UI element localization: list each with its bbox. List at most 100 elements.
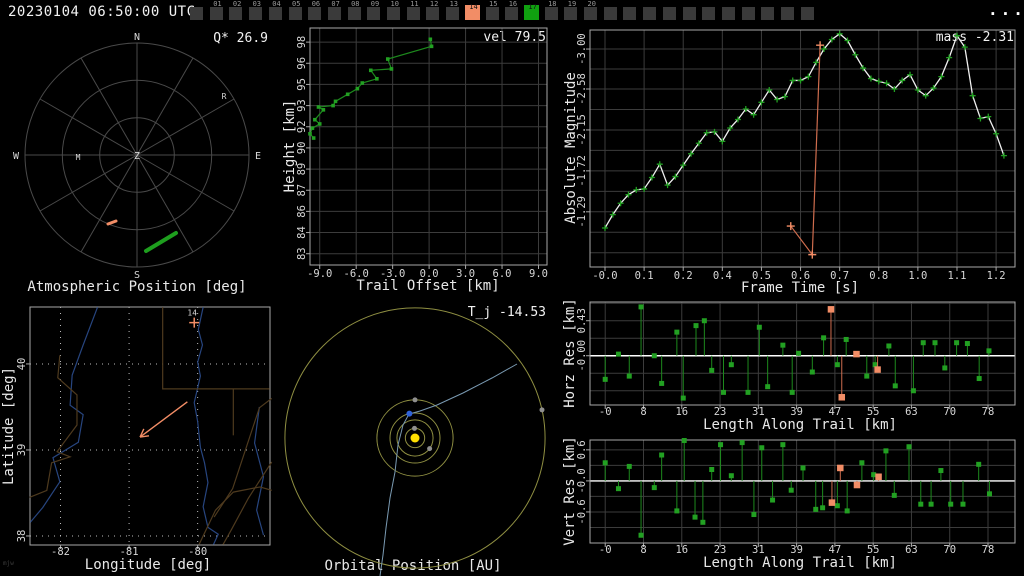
mercury-dot bbox=[411, 425, 417, 431]
frame-number: 05 bbox=[292, 0, 301, 8]
atmospheric-position-plot: N E S W Z R M bbox=[13, 32, 261, 281]
frame-thumbnail-02[interactable] bbox=[229, 7, 243, 20]
frame-thumbnail[interactable] bbox=[662, 7, 676, 20]
frame-thumbnail-11[interactable] bbox=[406, 7, 420, 20]
svg-text:-0.0: -0.0 bbox=[576, 468, 588, 493]
overflow-menu-button[interactable]: ... bbox=[988, 0, 1024, 19]
tick-labels: -0.0 0.1 0.2 0.4 0.5 0.6 0.7 0.8 1.0 1.1 1.2 -3.00 -… bbox=[576, 33, 1006, 282]
svg-text:-80: -80 bbox=[188, 546, 207, 558]
compass-S: S bbox=[134, 270, 140, 281]
svg-text:0.8: 0.8 bbox=[869, 270, 888, 282]
frame-thumbnail-16[interactable] bbox=[505, 7, 519, 20]
height-profile-plot: -9.0 -6.0 -3.0 0.0 3.0 6.0 9.0 83 84 86 87 89 90 92 93… bbox=[296, 27, 548, 280]
frame-thumbnail[interactable] bbox=[623, 7, 637, 20]
border-line bbox=[162, 307, 270, 390]
frame-thumbnail-03[interactable] bbox=[249, 7, 263, 20]
frame-thumbnail-10[interactable] bbox=[387, 7, 400, 20]
svg-text:0.4: 0.4 bbox=[713, 270, 732, 282]
frame-strip: 01 02 03 04 05 06 07 08 09 10 11 12 13 14 15 16 17 18 19 20 bbox=[0, 0, 1024, 25]
svg-text:9.0: 9.0 bbox=[529, 268, 548, 280]
tick-marks bbox=[306, 41, 539, 269]
frame-thumbnail-13[interactable] bbox=[446, 7, 460, 20]
direction-arrow bbox=[139, 401, 188, 438]
frame-thumbnail[interactable] bbox=[682, 7, 696, 20]
tick-labels: -0 8 16 23 31 39 47 55 63 70 78 0.43 -0.00 bbox=[576, 308, 994, 418]
frame-thumbnail-20[interactable] bbox=[584, 7, 597, 20]
svg-text:39: 39 bbox=[790, 544, 803, 556]
grid bbox=[590, 440, 1015, 543]
map-frame-marker-label: 14 bbox=[187, 309, 197, 318]
frame-thumbnail-06[interactable] bbox=[308, 7, 322, 20]
svg-text:1.1: 1.1 bbox=[948, 270, 967, 282]
svg-text:16: 16 bbox=[675, 544, 688, 556]
frame-thumbnail[interactable] bbox=[781, 7, 794, 20]
frame-thumbnail-19[interactable] bbox=[564, 7, 578, 20]
frame-number: 01 bbox=[213, 0, 222, 8]
svg-text:38: 38 bbox=[16, 530, 28, 543]
svg-text:0.6: 0.6 bbox=[576, 440, 588, 459]
vert-residuals-orange-stems bbox=[828, 464, 882, 506]
svg-text:0.0: 0.0 bbox=[420, 268, 439, 280]
svg-text:-3.0: -3.0 bbox=[380, 268, 405, 280]
frame-number: 18 bbox=[548, 0, 557, 8]
frame-thumbnail-04[interactable] bbox=[268, 7, 282, 20]
frame-thumbnail[interactable] bbox=[643, 7, 657, 20]
frame-thumbnail[interactable] bbox=[702, 7, 716, 20]
frame-thumbnail-05[interactable] bbox=[288, 7, 302, 20]
frame-thumbnail[interactable] bbox=[721, 7, 735, 20]
svg-text:78: 78 bbox=[982, 406, 995, 418]
frame-thumbnail-15[interactable] bbox=[485, 7, 499, 20]
frame-thumbnail-08[interactable] bbox=[347, 7, 361, 20]
frame-thumbnail[interactable] bbox=[761, 7, 775, 20]
frame-number: 14 bbox=[469, 3, 478, 11]
frame-thumbnail-12[interactable] bbox=[426, 7, 440, 20]
frame-number: 13 bbox=[449, 0, 459, 8]
compass-W: W bbox=[13, 151, 20, 162]
plot-frame bbox=[589, 29, 1016, 268]
frame-number: 17 bbox=[528, 3, 537, 11]
svg-text:1.2: 1.2 bbox=[987, 270, 1006, 282]
frame-thumbnail[interactable] bbox=[190, 7, 203, 20]
frame-number: 06 bbox=[311, 0, 321, 8]
tick-marks bbox=[586, 449, 989, 547]
tick-labels: -0 8 16 23 31 39 47 55 63 70 78 0.6 -0.0 -0.6 bbox=[576, 440, 994, 556]
sky-label-M: M bbox=[76, 153, 81, 162]
border-line bbox=[213, 397, 273, 518]
meteor-trail-green bbox=[144, 231, 178, 253]
svg-text:-2.15: -2.15 bbox=[576, 114, 588, 146]
frame-thumbnail[interactable] bbox=[741, 7, 755, 20]
frame-number: 02 bbox=[232, 0, 242, 8]
svg-text:47: 47 bbox=[829, 544, 842, 556]
map-features bbox=[29, 306, 273, 545]
frame-thumbnail-18[interactable] bbox=[544, 7, 558, 20]
frame-number: 12 bbox=[429, 0, 439, 8]
svg-text:78: 78 bbox=[982, 544, 995, 556]
svg-text:63: 63 bbox=[905, 406, 918, 418]
meteor-analysis-window: 20230104 06:50:00 UTC 01 02 03 04 05 06 07 08 09… bbox=[0, 0, 1024, 576]
svg-text:6.0: 6.0 bbox=[493, 268, 512, 280]
river-line bbox=[193, 307, 219, 545]
frame-number: 19 bbox=[567, 0, 577, 8]
svg-text:84: 84 bbox=[296, 226, 308, 239]
svg-text:89: 89 bbox=[296, 163, 308, 176]
svg-text:16: 16 bbox=[675, 406, 688, 418]
sun bbox=[410, 433, 420, 443]
sky-label-R: R bbox=[222, 92, 227, 101]
frame-thumbnail-09[interactable] bbox=[367, 7, 381, 20]
svg-text:3.0: 3.0 bbox=[456, 268, 475, 280]
border-line bbox=[29, 355, 78, 498]
tick-marks bbox=[586, 320, 989, 409]
svg-text:23: 23 bbox=[714, 406, 727, 418]
frame-thumbnail[interactable] bbox=[603, 7, 617, 20]
svg-text:-3.00: -3.00 bbox=[576, 33, 588, 65]
light-curve-plot: -0.0 0.1 0.2 0.4 0.5 0.6 0.7 0.8 1.0 1.1 1.2 -3.00 -… bbox=[576, 29, 1016, 282]
frame-thumbnail-01[interactable] bbox=[209, 7, 223, 20]
venus-dot bbox=[427, 446, 433, 452]
frame-thumbnail[interactable] bbox=[800, 7, 814, 20]
svg-text:92: 92 bbox=[296, 120, 308, 133]
frame-number: 11 bbox=[410, 0, 419, 8]
frame-thumbnail-07[interactable] bbox=[327, 7, 341, 20]
grid bbox=[30, 307, 270, 545]
svg-text:39: 39 bbox=[16, 444, 28, 457]
svg-text:-0: -0 bbox=[599, 406, 612, 418]
